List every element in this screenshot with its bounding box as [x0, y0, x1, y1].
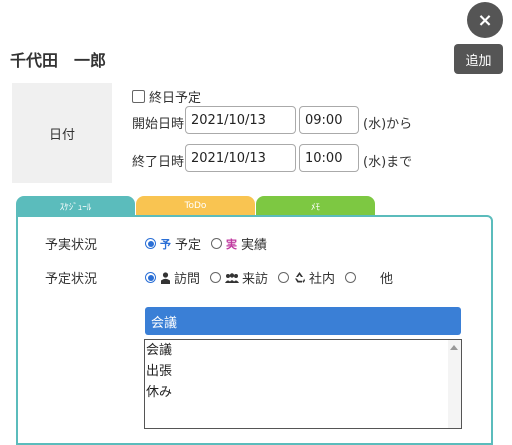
- plan-status-label: 予定状況: [45, 272, 98, 287]
- radio-reception[interactable]: [210, 272, 222, 283]
- allday-checkbox-row[interactable]: 終日予定: [132, 87, 201, 106]
- add-button[interactable]: 追加: [454, 44, 503, 74]
- list-item[interactable]: 会議: [145, 340, 461, 361]
- plan-label: 予定: [175, 238, 202, 253]
- actual-option-result[interactable]: 実 実績: [211, 234, 267, 253]
- end-label: 終了日時: [132, 155, 185, 170]
- allday-checkbox[interactable]: [132, 90, 145, 103]
- internal-label: 社内: [309, 272, 336, 287]
- tab-memo[interactable]: ﾒﾓ: [256, 196, 375, 216]
- group-icon: [225, 272, 240, 283]
- radio-internal[interactable]: [278, 272, 290, 283]
- recycle-icon: [295, 272, 306, 283]
- plan-option-reception[interactable]: 来訪: [210, 268, 268, 287]
- close-icon: ×: [477, 9, 493, 31]
- start-date-input[interactable]: 2021/10/13: [185, 106, 296, 134]
- plan-option-internal[interactable]: 社内: [278, 268, 335, 287]
- radio-result[interactable]: [211, 238, 223, 249]
- result-badge: 実: [226, 237, 238, 251]
- start-label: 開始日時: [132, 117, 185, 132]
- actual-status-label: 予実状況: [45, 238, 98, 253]
- actual-option-plan[interactable]: 予 予定: [145, 234, 201, 253]
- result-label: 実績: [241, 238, 268, 253]
- person-icon: [161, 271, 170, 284]
- date-label: 日付: [12, 83, 112, 183]
- radio-plan[interactable]: [145, 238, 156, 249]
- list-item[interactable]: 休み: [145, 382, 461, 403]
- plan-status-options: 訪問 来訪 社内 他: [145, 268, 403, 287]
- radio-other[interactable]: [345, 272, 357, 283]
- page-title: 千代田 一郎: [10, 51, 107, 70]
- start-time-input[interactable]: 09:00: [299, 106, 359, 134]
- listbox-scrollbar[interactable]: [448, 340, 461, 428]
- category-selected-bar[interactable]: 会議: [145, 307, 461, 335]
- tab-schedule[interactable]: ｽｹｼﾞｭｰﾙ: [16, 196, 135, 216]
- plan-option-other[interactable]: 他: [345, 268, 393, 287]
- reception-label: 来訪: [242, 272, 269, 287]
- radio-visit[interactable]: [145, 272, 156, 283]
- category-listbox[interactable]: 会議 出張 休み: [144, 339, 462, 429]
- end-time-input[interactable]: 10:00: [299, 144, 359, 172]
- visit-label: 訪問: [174, 272, 201, 287]
- actual-status-options: 予 予定 実 実績: [145, 234, 277, 253]
- list-item[interactable]: 出張: [145, 361, 461, 382]
- plan-option-visit[interactable]: 訪問: [145, 268, 200, 287]
- end-date-input[interactable]: 2021/10/13: [185, 144, 296, 172]
- allday-label: 終日予定: [149, 91, 202, 106]
- end-suffix: (水)まで: [363, 155, 413, 170]
- plan-badge: 予: [160, 237, 171, 251]
- close-button[interactable]: ×: [467, 2, 503, 38]
- other-label: 他: [380, 272, 394, 287]
- scroll-up-icon[interactable]: [450, 345, 458, 350]
- start-suffix: (水)から: [363, 117, 413, 132]
- tab-todo[interactable]: ToDo: [136, 196, 255, 216]
